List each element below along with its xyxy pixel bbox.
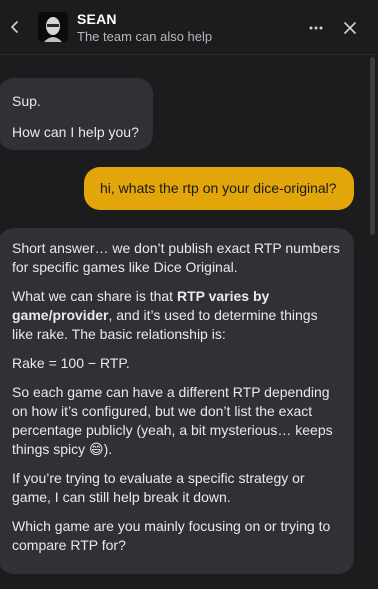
title-wrap: SEAN The team can also help [77,11,212,44]
message-paragraph: If you’re trying to evaluate a specific … [12,470,305,505]
agent-message-1: Sup. How can I help you? [0,78,153,150]
paragraph-text: What we can share is that [12,288,177,304]
chevron-left-icon[interactable] [2,14,28,40]
user-message-text: hi, whats the rtp on your dice-original? [100,180,337,196]
message-line: How can I help you? [12,124,139,140]
agent-message-2: Short answer… we don’t publish exact RTP… [0,228,354,574]
agent-name: SEAN [77,10,117,27]
avatar [38,12,68,42]
message-paragraph: So each game can have a different RTP de… [12,384,333,457]
message-paragraph: Short answer… we don’t publish exact RTP… [12,240,340,275]
message-paragraph: Which game are you mainly focusing on or… [12,518,331,553]
chevron-left-icon-svg [11,21,18,33]
message-paragraph: Rake = 100 − RTP. [12,355,130,371]
agent-subtitle: The team can also help [77,28,213,44]
close-icon-svg [344,22,356,34]
ellipsis-icon-svg [309,26,323,30]
close-icon[interactable] [338,16,362,40]
user-message: hi, whats the rtp on your dice-original? [84,167,354,210]
avatar-image [38,12,68,42]
ellipsis-icon[interactable] [304,16,328,40]
chat-header: SEAN The team can also help [0,0,378,55]
message-line: Sup. [12,93,41,109]
message-paragraph: What we can share is that RTP varies by … [12,287,340,344]
scrollbar[interactable] [370,57,375,235]
